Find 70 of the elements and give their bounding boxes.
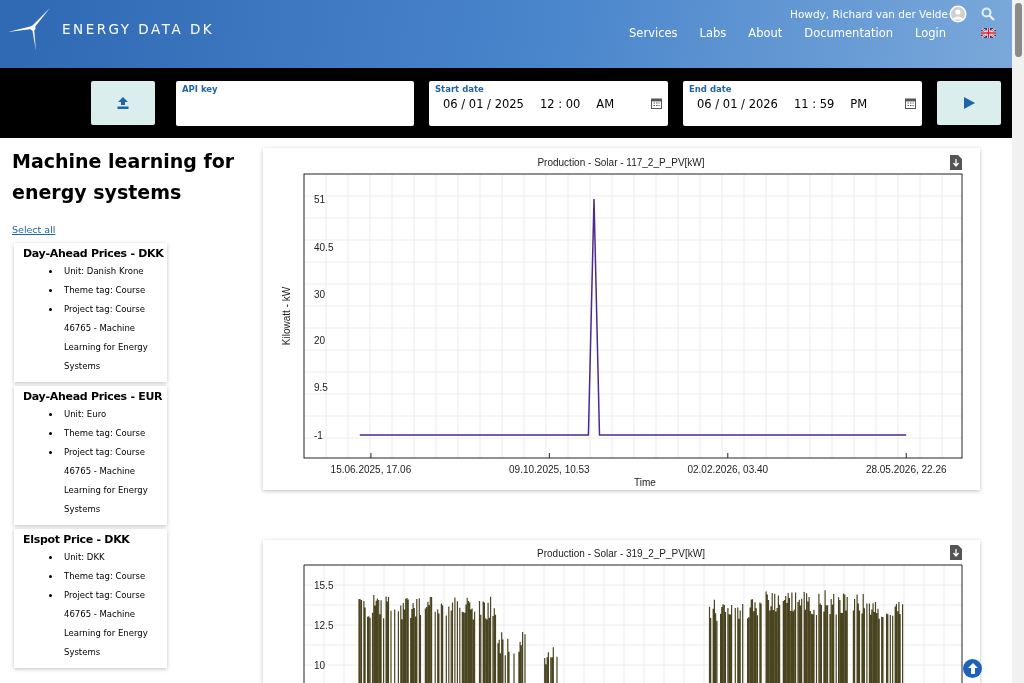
y-tick-label: 10 xyxy=(314,660,326,671)
bullet-icon xyxy=(49,413,52,416)
dataset-tag: Project tag: Course 46765 - Machine Learning for Energy Systems xyxy=(64,300,156,376)
chart-title: Production - Solar - 117_2_P_PV[kW] xyxy=(537,157,705,168)
dataset-tag: Unit: Euro xyxy=(64,405,156,424)
dataset-title: Elspot Price - DKK xyxy=(23,533,131,546)
bullet-icon xyxy=(49,451,52,454)
y-tick-label: 9.5 xyxy=(314,382,328,394)
bullet-icon xyxy=(49,308,52,311)
up-arrow-icon xyxy=(967,663,978,674)
dataset-tag: Theme tag: Course xyxy=(64,424,156,443)
field-label: Start date xyxy=(435,83,485,94)
logo-text[interactable]: ENERGY DATA DK xyxy=(62,21,215,37)
y-tick-label: 12.5 xyxy=(314,620,334,631)
bullet-icon xyxy=(49,556,52,559)
x-tick-label: 02.02.2026, 03.40 xyxy=(687,464,769,475)
scrollbar-thumb[interactable] xyxy=(1014,3,1022,57)
dataset-tag: Theme tag: Course xyxy=(64,567,156,586)
dataset-tag: Unit: Danish Krone xyxy=(64,262,156,281)
period-value: AM xyxy=(596,96,615,111)
api-key-field[interactable]: API key xyxy=(176,80,414,126)
y-axis-label: Kilowatt - kW xyxy=(281,286,292,346)
y-tick-label: -1 xyxy=(314,429,323,441)
x-tick-label: 09.10.2025, 10.53 xyxy=(509,464,590,475)
download-icon[interactable] xyxy=(950,155,962,170)
date-value: 06 / 01 / 2025 xyxy=(443,96,524,111)
period-value: PM xyxy=(850,96,868,111)
x-tick-label: 15.06.2025, 17.06 xyxy=(330,464,412,475)
play-icon xyxy=(963,97,975,109)
select-all-link[interactable]: Select all xyxy=(12,224,56,235)
dataset-tag: Project tag: Course 46765 - Machine Learning for Energy Systems xyxy=(64,586,156,662)
time-value: 12 : 00 xyxy=(539,96,581,111)
bullet-icon xyxy=(49,270,52,273)
bullet-icon xyxy=(49,289,52,292)
user-greeting: Howdy, Richard van der Velde xyxy=(790,8,948,20)
y-tick-label: 15.5 xyxy=(314,580,334,591)
y-tick-label: 40.5 xyxy=(314,241,334,253)
upload-icon xyxy=(117,97,129,109)
calendar-icon[interactable] xyxy=(905,98,916,109)
page-title: Machine learning for energy systems xyxy=(12,149,236,205)
avatar-icon[interactable] xyxy=(949,5,967,23)
time-value: 11 : 59 xyxy=(793,96,835,111)
nav-link[interactable]: Labs xyxy=(688,26,738,40)
bullet-icon xyxy=(49,432,52,435)
calendar-icon[interactable] xyxy=(651,98,662,109)
x-axis-label: Time xyxy=(634,477,656,488)
date-field[interactable]: Start date 06 / 01 / 2025 12 : 00 AM xyxy=(429,80,668,126)
nav-link[interactable]: Services xyxy=(618,26,689,40)
download-icon[interactable] xyxy=(950,545,962,560)
field-label: API key xyxy=(182,83,219,94)
y-tick-label: 20 xyxy=(314,334,326,346)
dataset-title: Day-Ahead Prices - EUR xyxy=(23,390,161,403)
dataset-card[interactable]: Day-Ahead Prices - DKK Unit: Danish Krone Theme tag: Course Project tag: Course 46765 - Machine Learning for Energy Systems xyxy=(14,243,167,382)
dataset-tag: Unit: DKK xyxy=(64,548,156,567)
scrollbar[interactable] xyxy=(1012,0,1024,683)
x-tick-label: 28.05.2026, 22.26 xyxy=(865,464,947,475)
dataset-tag: Theme tag: Course xyxy=(64,281,156,300)
bullet-icon xyxy=(49,575,52,578)
chart-title: Production - Solar - 319_2_P_PV[kW] xyxy=(537,548,705,559)
date-value: 06 / 01 / 2026 xyxy=(697,96,778,111)
bullet-icon xyxy=(49,594,52,597)
y-tick-label: 51 xyxy=(314,193,326,205)
date-field[interactable]: End date 06 / 01 / 2026 11 : 59 PM xyxy=(683,80,922,126)
dataset-card[interactable]: Day-Ahead Prices - EUR Unit: Euro Theme tag: Course Project tag: Course 46765 - Machine Learning for Energy Systems xyxy=(14,386,167,525)
uk-flag-icon[interactable] xyxy=(981,28,996,38)
dataset-card[interactable]: Elspot Price - DKK Unit: DKK Theme tag: Course Project tag: Course 46765 - Machine Learning for Energy Systems xyxy=(14,529,167,668)
dataset-tag: Project tag: Course 46765 - Machine Learning for Energy Systems xyxy=(64,443,156,519)
run-button[interactable] xyxy=(937,81,1001,125)
field-label: End date xyxy=(689,83,733,94)
y-tick-label: 30 xyxy=(314,289,326,301)
